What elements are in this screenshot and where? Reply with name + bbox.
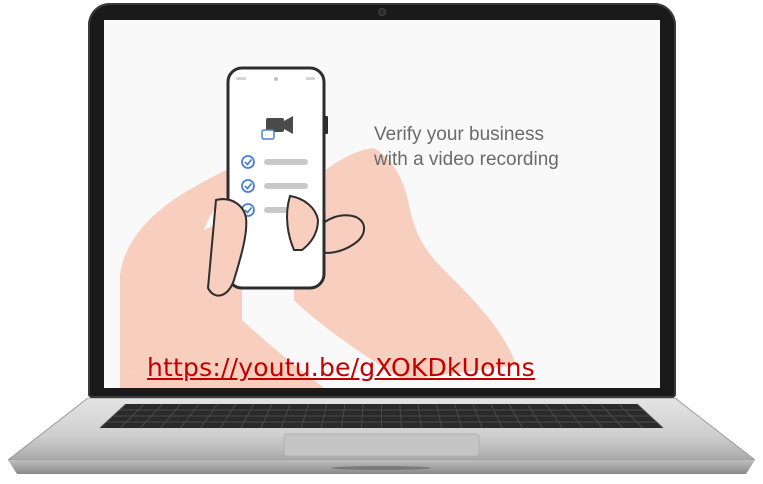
youtube-link-text[interactable]: https://youtu.be/gXOKDkUotns bbox=[147, 353, 535, 382]
video-headline: Verify your business with a video record… bbox=[374, 122, 559, 172]
headline-line-1: Verify your business bbox=[374, 124, 545, 145]
video-frame: Verify your business with a video record… bbox=[104, 20, 660, 388]
webcam-icon bbox=[379, 9, 385, 15]
laptop-base bbox=[8, 398, 755, 474]
headline-line-2: with a video recording bbox=[374, 149, 559, 170]
illustration bbox=[120, 66, 516, 388]
trackpad bbox=[283, 433, 480, 457]
phone-illustration bbox=[226, 66, 328, 290]
youtube-link[interactable]: https://youtu.be/gXOKDkUotns bbox=[147, 353, 535, 382]
keyboard bbox=[99, 403, 664, 429]
laptop-mockup: Verify your business with a video record… bbox=[0, 0, 763, 484]
